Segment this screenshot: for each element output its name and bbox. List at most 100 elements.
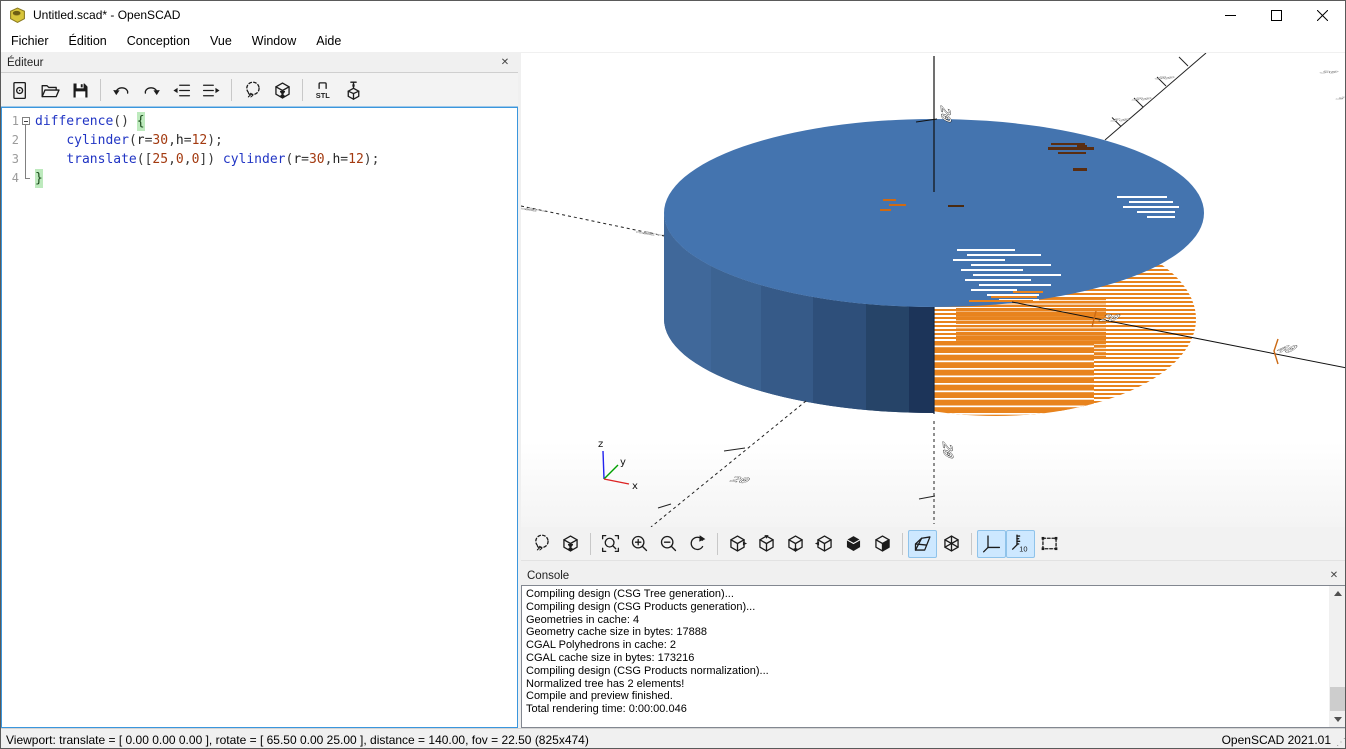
code-token: () [113,112,129,131]
redo-button[interactable] [136,76,166,104]
view-bottom-icon [785,533,806,554]
axes-button[interactable] [977,530,1006,558]
menu-window[interactable]: Window [242,29,306,53]
zoom-out-button[interactable] [654,530,683,558]
save-file-button[interactable] [65,76,95,104]
line-number[interactable]: 4 [2,169,19,188]
scroll-up-button[interactable] [1329,586,1346,601]
menu-conception[interactable]: Conception [117,29,200,53]
open-file-button[interactable] [35,76,65,104]
perspective-button[interactable] [908,530,937,558]
code-token: cylinder [223,150,286,169]
axes-icon [981,533,1002,554]
orthogonal-button[interactable] [937,530,966,558]
code-token: ) [364,150,372,169]
editor-panel: Éditeur ✕ »STL 1difference() {2 cylinder… [1,53,518,728]
title-bar: Untitled.scad* - OpenSCAD [1,1,1345,29]
preview-button[interactable]: » [237,76,267,104]
resize-grip[interactable]: ⋰ [1336,737,1345,748]
zoom-in-button[interactable] [625,530,654,558]
fold-margin[interactable] [19,131,32,150]
code-token [129,112,137,131]
view-right-icon [727,533,748,554]
triad-x-label: x [632,481,638,492]
axis-label-negy20: 20 [727,475,753,485]
view-bottom-button[interactable] [781,530,810,558]
code-token: ) [207,131,215,150]
new-file-button[interactable] [5,76,35,104]
arrow-up-icon [1334,591,1342,596]
code-token: ( [286,150,294,169]
view-right-button[interactable] [723,530,752,558]
line-number[interactable]: 3 [2,150,19,169]
right-panel: 20 40 10 20 30 30 20 30 20 20 20 20 [521,53,1346,728]
send-to-printer-button[interactable] [338,76,368,104]
console-line: Normalized tree has 2 elements! [526,678,1342,691]
fold-margin[interactable] [19,112,32,131]
code-editor[interactable]: 1difference() {2 cylinder(r=30,h=12);3 t… [1,107,518,728]
view-front-button[interactable] [839,530,868,558]
code-token: 12 [348,150,364,169]
console-line: Total rendering time: 0:00:00.046 [526,703,1342,716]
indent-button[interactable] [196,76,226,104]
axis-pos-y [1105,53,1206,140]
reset-view-button[interactable] [683,530,712,558]
code-token: ( [129,131,137,150]
menu-vue[interactable]: Vue [200,29,242,53]
main-area: Éditeur ✕ »STL 1difference() {2 cylinder… [1,53,1345,728]
fold-end-icon [25,169,30,179]
code-token: = [301,150,309,169]
code-token: r [293,150,301,169]
fold-margin[interactable] [19,169,32,188]
scale-markers-button[interactable]: 10 [1006,530,1035,558]
code-token: = [340,150,348,169]
svg-text:10: 10 [1019,544,1027,553]
line-number[interactable]: 2 [2,131,19,150]
render-button[interactable] [556,530,585,558]
view-top-button[interactable] [752,530,781,558]
console-close-button[interactable]: ✕ [1327,569,1341,583]
line-number[interactable]: 1 [2,112,19,131]
toolbar-separator [902,533,903,555]
view-all-button[interactable] [1035,530,1064,558]
console-scrollbar[interactable] [1329,586,1346,727]
code-token: ]) [199,150,215,169]
view-back-button[interactable] [868,530,897,558]
close-button[interactable] [1299,1,1345,29]
zoom-out-icon [658,533,679,554]
3d-viewport[interactable]: 20 40 10 20 30 30 20 30 20 20 20 20 [521,53,1346,527]
menu-bar: FichierÉditionConceptionVueWindowAide [1,29,1345,53]
axis-label-negx30: 30 [521,207,553,212]
view-left-button[interactable] [810,530,839,558]
console-output[interactable]: Compiling design (CSG Tree generation)..… [521,585,1346,728]
render-icon [272,80,293,101]
unindent-button[interactable] [166,76,196,104]
export-stl-icon: STL [313,80,334,101]
undo-icon [111,80,132,101]
fold-line [25,131,26,150]
render-button[interactable] [267,76,297,104]
code-token [35,131,66,150]
maximize-button[interactable] [1253,1,1299,29]
editor-close-button[interactable]: ✕ [498,56,512,70]
code-token: ; [372,150,380,169]
code-token: 30 [309,150,325,169]
preview-icon: » [531,533,552,554]
view-front-icon [843,533,864,554]
code-token: difference [35,112,113,131]
code-line: 3 translate([25,0,0]) cylinder(r=30,h=12… [2,150,517,169]
preview-button[interactable]: » [527,530,556,558]
zoom-all-button[interactable] [596,530,625,558]
scrollbar-thumb[interactable] [1330,687,1345,711]
menu-fichier[interactable]: Fichier [1,29,59,53]
fold-margin[interactable] [19,150,32,169]
menu-aide[interactable]: Aide [306,29,351,53]
menu-edition[interactable]: Édition [59,29,117,53]
orthogonal-icon [941,533,962,554]
axis-label-corner1: 30 [1317,70,1341,73]
minimize-button[interactable] [1207,1,1253,29]
undo-button[interactable] [106,76,136,104]
zoom-in-icon [629,533,650,554]
scroll-down-button[interactable] [1329,712,1346,727]
export-stl-button[interactable]: STL [308,76,338,104]
